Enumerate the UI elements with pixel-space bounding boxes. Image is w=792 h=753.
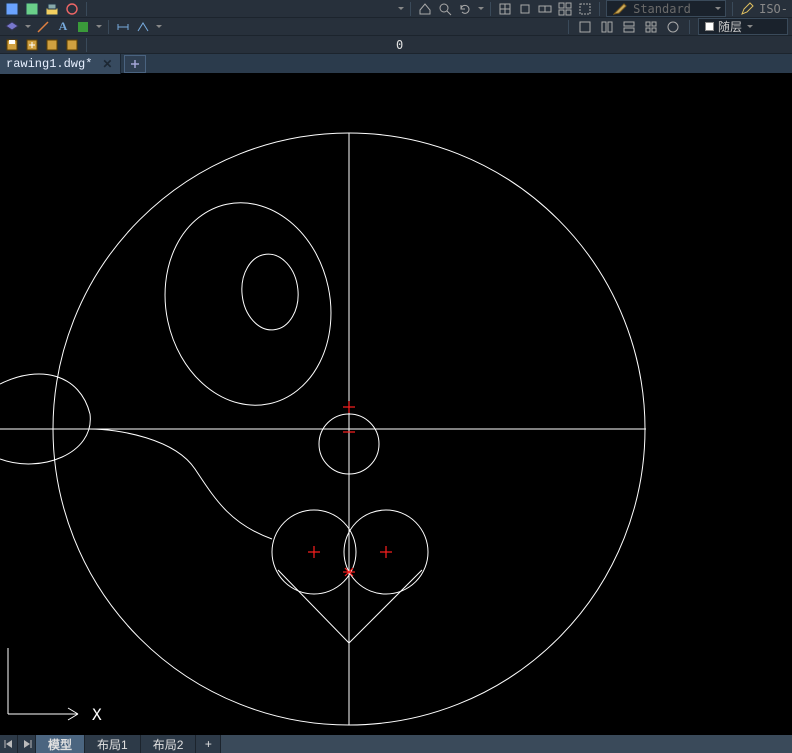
separator (732, 2, 733, 16)
ribbon-toolbars: Standard ISO- A 随层 (0, 0, 792, 54)
qat-icon-2[interactable] (24, 1, 40, 17)
add-layout-label: + (205, 737, 212, 751)
add-layout-tab[interactable]: + (196, 735, 221, 753)
model-space-canvas[interactable]: X (0, 74, 792, 734)
style-combo[interactable]: Standard (606, 0, 726, 17)
icon-grid[interactable] (497, 1, 513, 17)
qat-icon-1[interactable] (4, 1, 20, 17)
nav-prev-button[interactable] (18, 735, 36, 753)
chevron-down-icon (715, 7, 721, 10)
vp-icon-5[interactable] (665, 19, 681, 35)
separator (599, 2, 600, 16)
third-toolbar: 0 (0, 36, 792, 54)
icon-select-window[interactable] (577, 1, 593, 17)
style-combo-value: Standard (633, 2, 708, 16)
separator (108, 20, 109, 34)
dropdown-arrow-icon[interactable] (156, 25, 162, 28)
drawing-svg: X (0, 74, 792, 734)
edit-icon[interactable] (739, 1, 755, 17)
layout2-tab-label: 布局2 (153, 736, 184, 753)
icon-two-squares[interactable] (537, 1, 553, 17)
dim-zero-value: 0 (393, 38, 406, 52)
chevron-down-icon (747, 25, 753, 28)
vp-icon-3[interactable] (621, 19, 637, 35)
layer-icon[interactable] (4, 19, 20, 35)
icon-four-squares[interactable] (557, 1, 573, 17)
plus-icon (129, 59, 141, 69)
dropdown-arrow-icon[interactable] (398, 7, 404, 10)
icon-magnifier[interactable] (437, 1, 453, 17)
dropdown-arrow-icon[interactable] (478, 7, 484, 10)
vp-icon-2[interactable] (599, 19, 615, 35)
pencil-icon (613, 3, 627, 15)
layer-color-combo[interactable]: 随层 (698, 18, 788, 35)
layer-combo-label: 随层 (718, 18, 742, 35)
file-tab-label: rawing1.dwg* (6, 57, 92, 71)
model-tab-label: 模型 (48, 736, 72, 753)
file-tab-strip: rawing1.dwg* ✕ (0, 54, 792, 74)
icon-saveplus-3[interactable] (44, 37, 60, 53)
model-tab[interactable]: 模型 (36, 735, 85, 753)
separator (689, 20, 690, 34)
layout1-tab[interactable]: 布局1 (85, 735, 141, 753)
iso-label: ISO- (759, 2, 788, 16)
ucs-x-label: X (92, 705, 102, 724)
separator (86, 2, 87, 16)
vp-icon-4[interactable] (643, 19, 659, 35)
new-file-tab[interactable] (124, 55, 146, 73)
ucs-icon (8, 648, 78, 720)
layout-tab-strip: 模型 布局1 布局2 + (0, 734, 792, 753)
separator (568, 20, 569, 34)
icon-refresh[interactable] (457, 1, 473, 17)
nav-first-button[interactable] (0, 735, 18, 753)
color-swatch-icon (705, 22, 714, 31)
icon-letter-a[interactable]: A (55, 19, 71, 35)
secondary-toolbar: A 随层 (0, 18, 792, 36)
icon-saveplus-4[interactable] (64, 37, 80, 53)
layout2-tab[interactable]: 布局2 (141, 735, 197, 753)
qat-icon-4[interactable] (64, 1, 80, 17)
icon-square[interactable] (517, 1, 533, 17)
file-tab-active[interactable]: rawing1.dwg* ✕ (0, 54, 121, 74)
separator (490, 2, 491, 16)
icon-dim2[interactable] (135, 19, 151, 35)
quick-access-toolbar: Standard ISO- (0, 0, 792, 18)
separator (410, 2, 411, 16)
icon-saveplus-2[interactable] (24, 37, 40, 53)
dropdown-arrow-icon[interactable] (25, 25, 31, 28)
icon-saveplus-1[interactable] (4, 37, 20, 53)
separator (86, 38, 87, 52)
icon-green[interactable] (75, 19, 91, 35)
icon-home[interactable] (417, 1, 433, 17)
icon-dim[interactable] (115, 19, 131, 35)
vp-icon-1[interactable] (577, 19, 593, 35)
dropdown-arrow-icon[interactable] (96, 25, 102, 28)
icon-line[interactable] (35, 19, 51, 35)
file-tab-close[interactable]: ✕ (100, 57, 114, 71)
layout1-tab-label: 布局1 (97, 736, 128, 753)
qat-icon-3[interactable] (44, 1, 60, 17)
